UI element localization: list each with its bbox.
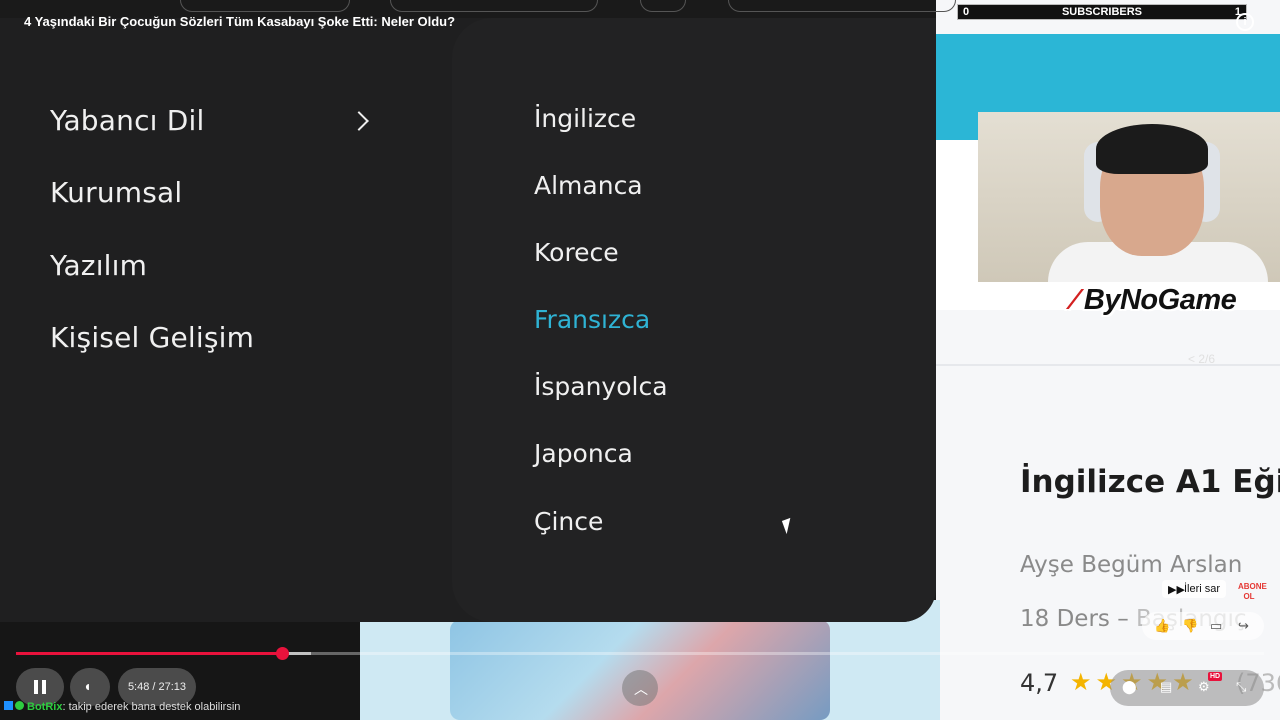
subscriber-label: SUBSCRIBERS (1061, 6, 1143, 18)
subscriber-goal-bar: 0 SUBSCRIBERS 1 (957, 4, 1247, 20)
fullscreen-icon[interactable]: ⤡ (1236, 679, 1246, 695)
share-icon[interactable]: ↪ (1238, 618, 1249, 634)
category-kisisel-gelisim[interactable]: Kişisel Gelişim (50, 321, 254, 354)
reaction-bar: 👍 👎 ▭ ↪ (1142, 612, 1264, 640)
language-cince[interactable]: Çince (534, 507, 603, 536)
chevron-right-icon (349, 111, 369, 131)
page-indicator: < 2/6 (1188, 352, 1216, 366)
webcam-feed (978, 112, 1280, 282)
language-ingilizce[interactable]: İngilizce (534, 104, 636, 133)
dislike-icon[interactable]: 👎 (1182, 618, 1198, 634)
language-ispanyolca[interactable]: İspanyolca (534, 372, 668, 401)
info-icon[interactable]: i (1236, 13, 1254, 31)
comment-icon[interactable]: ▭ (1210, 618, 1222, 634)
captions-icon[interactable]: ▤ (1160, 679, 1172, 695)
category-yabanci-dil[interactable]: Yabancı Dil (50, 104, 204, 137)
language-japonca[interactable]: Japonca (534, 439, 633, 468)
brand-mark-icon: ⁄ (1072, 284, 1084, 316)
skip-forward-button[interactable]: ▶▶ İleri sar (1162, 580, 1227, 598)
course-title[interactable]: İngilizce A1 Eğitim (1020, 464, 1280, 500)
course-instructor: Ayşe Begüm Arslan (1020, 552, 1243, 578)
course-rating: 4,7 (1020, 669, 1059, 697)
video-title: 4 Yaşındaki Bir Çocuğun Sözleri Tüm Kasa… (24, 14, 456, 29)
language-korece[interactable]: Korece (534, 238, 619, 267)
divider (936, 364, 1280, 366)
expand-up-button[interactable]: ︿ (622, 670, 658, 706)
chat-ticker: BotRix: takip ederek bana destek olabili… (4, 701, 240, 713)
language-fransizca[interactable]: Fransızca (534, 305, 650, 334)
menu-languages: İngilizce Almanca Korece Fransızca İspan… (452, 18, 936, 622)
fast-forward-icon: ▶▶ (1168, 584, 1185, 596)
verified-icon (15, 701, 24, 710)
subscribe-badge[interactable]: ABONE OL (1238, 582, 1267, 606)
menu-categories: Yabancı Dil Kurumsal Yazılım Kişisel Gel… (0, 18, 460, 622)
category-yazilim[interactable]: Yazılım (50, 249, 147, 282)
chevron-up-icon: ︿ (634, 681, 648, 697)
bot-icon (4, 701, 13, 710)
right-controls: ⬤ ▤ ⚙ ⤡ (1110, 670, 1264, 706)
progress-played (16, 652, 282, 655)
settings-icon[interactable]: ⚙ (1198, 679, 1210, 695)
category-kurumsal[interactable]: Kurumsal (50, 176, 182, 209)
brand-logo: ⁄ ByNoGame (1072, 284, 1237, 316)
mega-menu: Yabancı Dil Kurumsal Yazılım Kişisel Gel… (0, 18, 936, 622)
language-almanca[interactable]: Almanca (534, 171, 643, 200)
autoplay-toggle-icon[interactable]: ⬤ (1122, 679, 1137, 695)
progress-bar[interactable] (16, 647, 1264, 660)
volume-icon: ◖ (83, 678, 92, 694)
hd-badge: HD (1208, 672, 1223, 681)
like-icon[interactable]: 👍 (1154, 618, 1170, 634)
progress-scrubber[interactable] (275, 647, 289, 660)
